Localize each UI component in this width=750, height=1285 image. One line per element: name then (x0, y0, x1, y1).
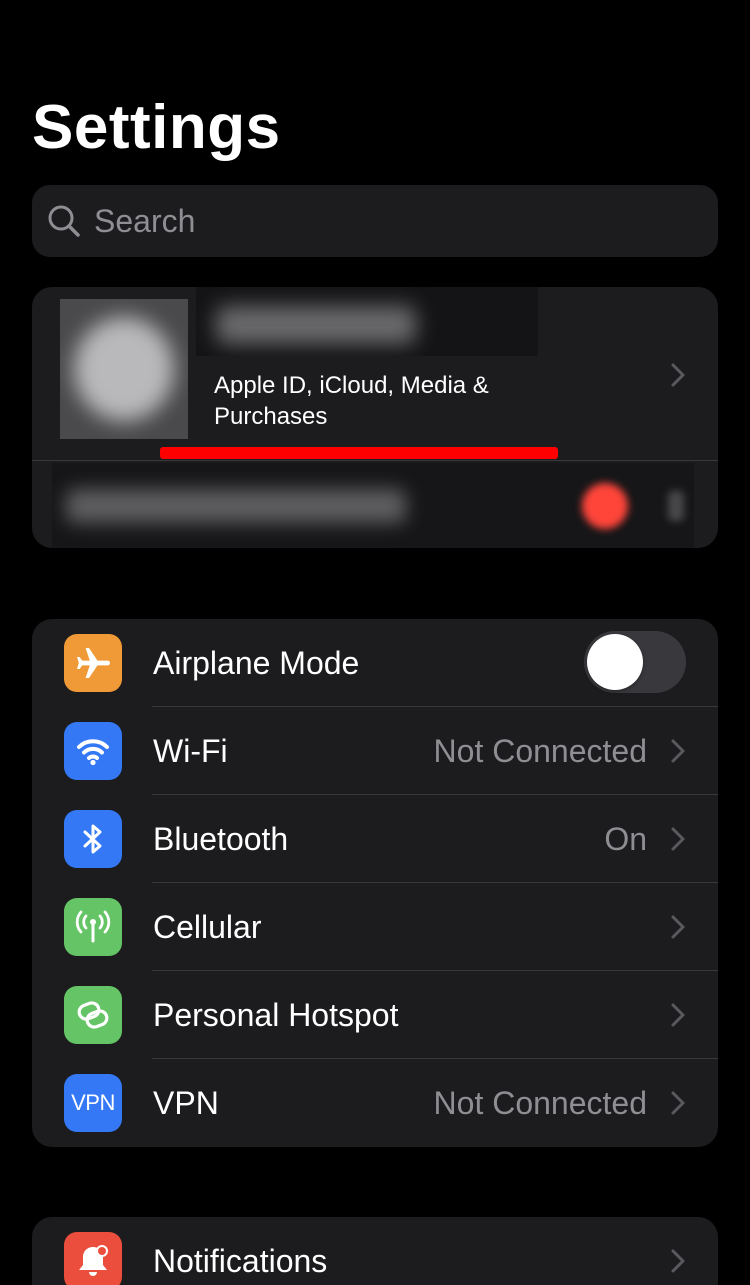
row-cellular[interactable]: Cellular (32, 883, 718, 971)
badge-icon (582, 483, 628, 529)
airplane-icon (64, 634, 122, 692)
hotspot-icon (64, 986, 122, 1044)
apple-id-subtitle: Apple ID, iCloud, Media & Purchases (214, 372, 489, 430)
search-icon (48, 205, 80, 237)
redacted-row[interactable] (52, 463, 694, 548)
row-label: Cellular (153, 909, 262, 945)
chevron-right-icon (671, 915, 685, 939)
avatar (60, 299, 188, 439)
account-name-redacted (196, 287, 538, 356)
row-airplane-mode[interactable]: Airplane Mode (32, 619, 718, 707)
chevron-right-icon (671, 827, 685, 851)
wifi-icon (64, 722, 122, 780)
chevron-right-icon (671, 739, 685, 763)
page-title: Settings (32, 93, 281, 162)
wifi-status: Not Connected (433, 733, 647, 769)
row-notifications[interactable]: Notifications (32, 1217, 718, 1285)
bluetooth-icon (64, 810, 122, 868)
chevron-right-icon (671, 1249, 685, 1273)
red-underline-annotation (160, 447, 558, 459)
chevron-right-icon (671, 1003, 685, 1027)
row-bluetooth[interactable]: Bluetooth On (32, 795, 718, 883)
vpn-status: Not Connected (433, 1085, 647, 1121)
network-settings-group: Airplane Mode Wi-Fi Not Connected Blueto… (32, 619, 718, 1147)
settings-screen: Settings Search Apple ID, iCloud, Media … (0, 0, 750, 1285)
row-vpn[interactable]: VPN VPN Not Connected (32, 1059, 718, 1147)
apple-id-card[interactable]: Apple ID, iCloud, Media & Purchases (32, 287, 718, 548)
row-label: Wi-Fi (153, 733, 228, 769)
toggle-knob (587, 634, 643, 690)
cellular-icon (64, 898, 122, 956)
divider (32, 460, 718, 461)
airplane-mode-toggle[interactable] (584, 631, 686, 693)
notifications-icon (64, 1232, 122, 1285)
bluetooth-status: On (604, 821, 647, 857)
row-personal-hotspot[interactable]: Personal Hotspot (32, 971, 718, 1059)
vpn-icon: VPN (64, 1074, 122, 1132)
row-label: Notifications (153, 1243, 328, 1279)
row-wifi[interactable]: Wi-Fi Not Connected (32, 707, 718, 795)
vpn-icon-label: VPN (71, 1090, 115, 1115)
notifications-group: Notifications (32, 1217, 718, 1285)
search-field[interactable]: Search (32, 185, 718, 257)
row-label: Airplane Mode (153, 645, 360, 681)
chevron-right-icon (671, 363, 685, 387)
search-placeholder: Search (94, 202, 196, 239)
row-label: Personal Hotspot (153, 997, 399, 1033)
row-label: Bluetooth (153, 821, 289, 857)
row-label: VPN (153, 1085, 219, 1121)
chevron-right-icon (671, 1091, 685, 1115)
